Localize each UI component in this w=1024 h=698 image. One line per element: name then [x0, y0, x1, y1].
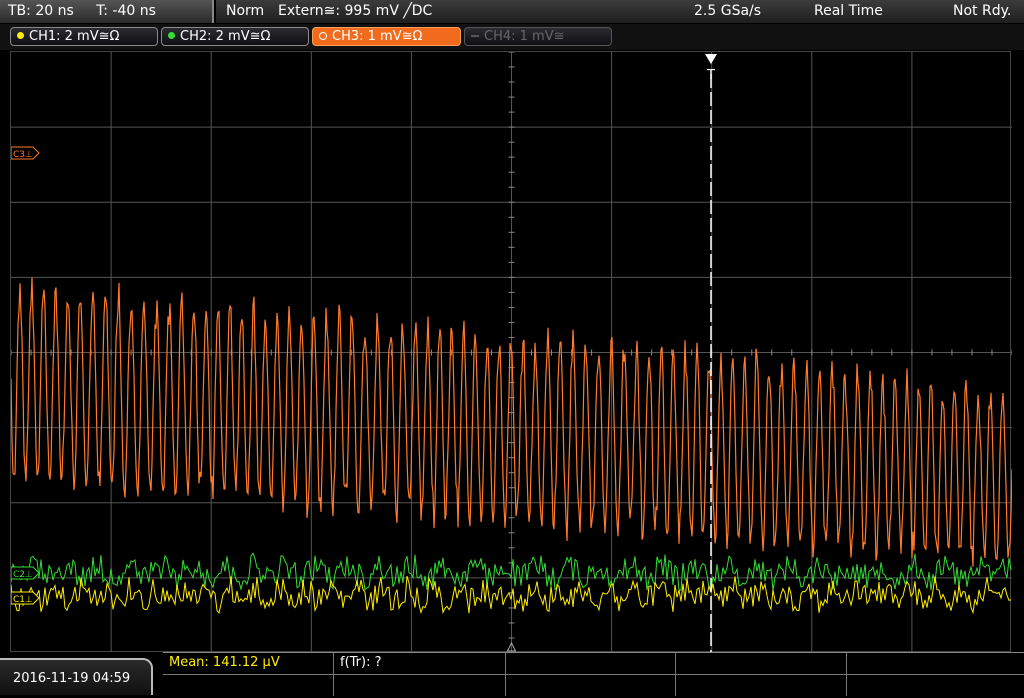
- channel-bar: CH1: 2 mV≅Ω CH2: 2 mV≅Ω CH3: 1 mV≅Ω CH4:…: [0, 24, 1024, 50]
- acquisition-status: Not Rdy.: [953, 3, 1012, 19]
- channel-1-button[interactable]: CH1: 2 mV≅Ω: [10, 27, 158, 46]
- measurement-divider: [675, 653, 676, 696]
- measurement-frequency[interactable]: f(Tr): ?: [340, 655, 382, 670]
- trigger-marker-icon: [705, 54, 717, 64]
- trigger-label: T: [706, 68, 715, 83]
- channel-4-button[interactable]: CH4: 1 mV≅: [464, 27, 612, 46]
- channel-3-label: CH3: 1 mV≅Ω: [332, 29, 423, 44]
- bottom-bar: 2016-11-19 04:59 Mean: 141.12 µV f(Tr): …: [0, 652, 1024, 696]
- ch2-reference-marker-label: C2⊥: [13, 570, 33, 580]
- channel-4-label: CH4: 1 mV≅: [484, 29, 565, 44]
- trigger-time-value: T: -40 ns: [96, 3, 156, 19]
- trigger-panel[interactable]: Norm Extern≅: 995 mV ╱DC 2.5 GSa/s Real …: [216, 0, 1024, 23]
- measurement-divider: [846, 653, 847, 696]
- ch3-reference-marker-label: C3⊥: [13, 150, 33, 160]
- ch1-reference-marker-label: C1⊥: [13, 595, 33, 605]
- trigger-mode: Norm: [226, 3, 265, 19]
- waveform-canvas[interactable]: T C3⊥ C2⊥ C1⊥: [11, 52, 1012, 653]
- datetime-display: 2016-11-19 04:59: [0, 658, 153, 695]
- measurement-panel[interactable]: Mean: 141.12 µV f(Tr): ?: [163, 652, 1024, 696]
- measurement-mean[interactable]: Mean: 141.12 µV: [169, 655, 280, 670]
- measurement-divider: [505, 653, 506, 696]
- status-bar: TB: 20 ns T: -40 ns Norm Extern≅: 995 mV…: [0, 0, 1024, 24]
- timebase-value: TB: 20 ns: [8, 3, 74, 19]
- channel-3-indicator-icon: [319, 31, 327, 40]
- waveform-display[interactable]: T C3⊥ C2⊥ C1⊥: [10, 51, 1012, 653]
- channel-3-button[interactable]: CH3: 1 mV≅Ω: [312, 27, 461, 46]
- acquisition-mode: Real Time: [814, 3, 883, 19]
- measurement-divider: [163, 674, 1024, 675]
- channel-1-indicator-icon: [17, 32, 24, 39]
- channel-2-label: CH2: 2 mV≅Ω: [180, 29, 271, 44]
- channel-1-label: CH1: 2 mV≅Ω: [29, 29, 120, 44]
- timebase-panel[interactable]: TB: 20 ns T: -40 ns: [0, 0, 214, 23]
- trigger-source: Extern≅: 995 mV ╱DC: [278, 3, 433, 19]
- channel-4-indicator-icon: [471, 34, 479, 37]
- channel-2-button[interactable]: CH2: 2 mV≅Ω: [161, 27, 309, 46]
- channel-2-indicator-icon: [168, 32, 175, 39]
- sample-rate: 2.5 GSa/s: [694, 3, 762, 19]
- measurement-divider: [333, 653, 334, 696]
